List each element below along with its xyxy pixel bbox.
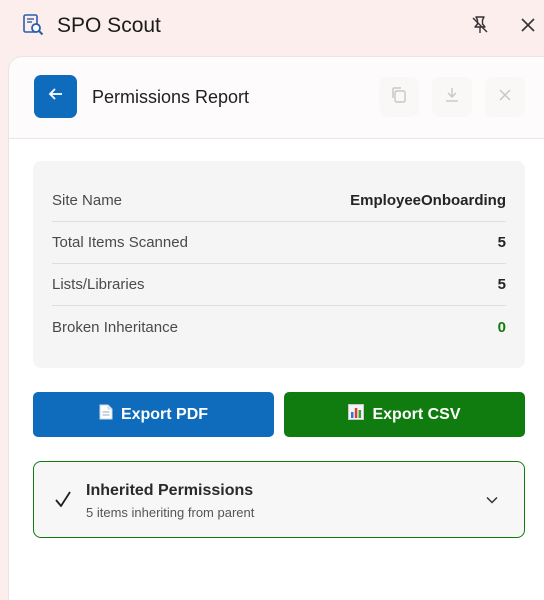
close-report-button[interactable] [485,77,525,117]
download-button[interactable] [432,77,472,117]
bar-chart-icon [348,404,365,425]
chevron-down-icon [484,492,500,513]
copy-icon [389,85,409,110]
summary-label: Lists/Libraries [52,276,145,293]
summary-label: Total Items Scanned [52,234,188,251]
panel-header: Permissions Report [9,57,544,139]
summary-label: Site Name [52,192,123,209]
inherited-permissions-accordion[interactable]: Inherited Permissions 5 items inheriting… [33,461,525,538]
close-icon [497,87,513,108]
summary-value: 5 [497,276,506,293]
download-icon [442,85,462,110]
summary-value: 0 [497,318,506,336]
summary-card: Site Name EmployeeOnboarding Total Items… [33,161,525,368]
summary-row: Broken Inheritance 0 [52,306,506,348]
back-button[interactable] [34,75,77,118]
page-title: Permissions Report [92,87,250,107]
unpin-icon[interactable] [468,13,492,37]
document-icon [99,404,113,425]
search-document-icon [21,13,45,37]
summary-row: Site Name EmployeeOnboarding [52,180,506,222]
summary-value: EmployeeOnboarding [350,192,506,209]
summary-row: Lists/Libraries 5 [52,264,506,306]
summary-label: Broken Inheritance [52,318,178,336]
inherited-title: Inherited Permissions [86,482,254,499]
summary-value: 5 [497,234,506,251]
export-csv-button[interactable]: Export CSV [284,392,525,437]
summary-row: Total Items Scanned 5 [52,222,506,264]
arrow-left-icon [47,85,65,108]
close-icon[interactable] [516,13,540,37]
title-bar: SPO Scout [0,0,544,54]
app-title: SPO Scout [57,14,161,37]
copy-button[interactable] [379,77,419,117]
export-csv-label: Export CSV [372,405,461,423]
export-pdf-label: Export PDF [120,405,209,423]
export-pdf-button[interactable]: Export PDF [33,392,274,437]
inherited-subtitle: 5 items inheriting from parent [86,505,255,520]
checkmark-icon [54,489,72,514]
